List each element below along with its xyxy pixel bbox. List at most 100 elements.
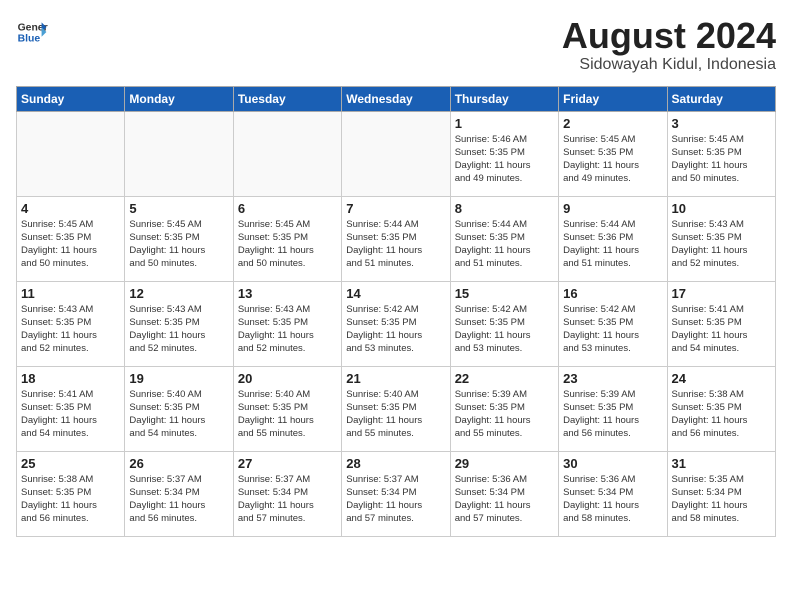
calendar-week-row: 4 Sunrise: 5:45 AM Sunset: 5:35 PM Daylig…	[17, 196, 776, 281]
day-number: 21	[346, 371, 445, 386]
calendar-cell: 11 Sunrise: 5:43 AM Sunset: 5:35 PM Dayli…	[17, 281, 125, 366]
calendar-cell: 7Sunrise: 5:44 AM Sunset: 5:35 PM Daylig…	[342, 196, 450, 281]
day-info: Sunrise: 5:45 AM Sunset: 5:35 PM Dayligh…	[672, 133, 771, 186]
calendar-cell: 29 Sunrise: 5:36 AM Sunset: 5:34 PM Dayli…	[450, 451, 558, 536]
calendar-cell: 19 Sunrise: 5:40 AM Sunset: 5:35 PM Dayli…	[125, 366, 233, 451]
calendar-cell: 1 Sunrise: 5:46 AM Sunset: 5:35 PM Daylig…	[450, 111, 558, 196]
calendar-cell	[233, 111, 341, 196]
weekday-header: Friday	[559, 86, 667, 111]
calendar-cell: 26 Sunrise: 5:37 AM Sunset: 5:34 PM Dayli…	[125, 451, 233, 536]
weekday-header: Monday	[125, 86, 233, 111]
day-info: Sunrise: 5:43 AM Sunset: 5:35 PM Dayligh…	[672, 218, 771, 271]
calendar-cell: 14 Sunrise: 5:42 AM Sunset: 5:35 PM Dayli…	[342, 281, 450, 366]
logo-icon: General Blue	[16, 16, 48, 48]
calendar-cell: 23Sunrise: 5:39 AM Sunset: 5:35 PM Dayli…	[559, 366, 667, 451]
day-info: Sunrise: 5:37 AM Sunset: 5:34 PM Dayligh…	[346, 473, 445, 526]
day-number: 8	[455, 201, 554, 216]
day-number: 12	[129, 286, 228, 301]
calendar-cell: 22 Sunrise: 5:39 AM Sunset: 5:35 PM Dayli…	[450, 366, 558, 451]
day-number: 11	[21, 286, 120, 301]
day-info: Sunrise: 5:42 AM Sunset: 5:35 PM Dayligh…	[346, 303, 445, 356]
day-info: Sunrise: 5:38 AM Sunset: 5:35 PM Dayligh…	[672, 388, 771, 441]
day-info: Sunrise: 5:42 AM Sunset: 5:35 PM Dayligh…	[563, 303, 662, 356]
calendar-cell: 4 Sunrise: 5:45 AM Sunset: 5:35 PM Daylig…	[17, 196, 125, 281]
weekday-header-row: SundayMondayTuesdayWednesdayThursdayFrid…	[17, 86, 776, 111]
calendar-cell: 6 Sunrise: 5:45 AM Sunset: 5:35 PM Daylig…	[233, 196, 341, 281]
calendar-cell: 5Sunrise: 5:45 AM Sunset: 5:35 PM Daylig…	[125, 196, 233, 281]
day-info: Sunrise: 5:36 AM Sunset: 5:34 PM Dayligh…	[563, 473, 662, 526]
day-number: 30	[563, 456, 662, 471]
weekday-header: Sunday	[17, 86, 125, 111]
day-info: Sunrise: 5:44 AM Sunset: 5:35 PM Dayligh…	[455, 218, 554, 271]
day-info: Sunrise: 5:41 AM Sunset: 5:35 PM Dayligh…	[672, 303, 771, 356]
calendar-cell: 20 Sunrise: 5:40 AM Sunset: 5:35 PM Dayli…	[233, 366, 341, 451]
svg-text:Blue: Blue	[18, 34, 41, 45]
day-info: Sunrise: 5:41 AM Sunset: 5:35 PM Dayligh…	[21, 388, 120, 441]
calendar-week-row: 25Sunrise: 5:38 AM Sunset: 5:35 PM Dayli…	[17, 451, 776, 536]
day-info: Sunrise: 5:45 AM Sunset: 5:35 PM Dayligh…	[238, 218, 337, 271]
day-number: 1	[455, 116, 554, 131]
day-info: Sunrise: 5:40 AM Sunset: 5:35 PM Dayligh…	[129, 388, 228, 441]
day-number: 7	[346, 201, 445, 216]
day-number: 28	[346, 456, 445, 471]
day-number: 25	[21, 456, 120, 471]
calendar-cell: 31Sunrise: 5:35 AM Sunset: 5:34 PM Dayli…	[667, 451, 775, 536]
weekday-header: Saturday	[667, 86, 775, 111]
day-number: 26	[129, 456, 228, 471]
day-info: Sunrise: 5:46 AM Sunset: 5:35 PM Dayligh…	[455, 133, 554, 186]
calendar-cell: 2 Sunrise: 5:45 AM Sunset: 5:35 PM Daylig…	[559, 111, 667, 196]
day-info: Sunrise: 5:45 AM Sunset: 5:35 PM Dayligh…	[21, 218, 120, 271]
calendar-week-row: 18 Sunrise: 5:41 AM Sunset: 5:35 PM Dayli…	[17, 366, 776, 451]
calendar-cell: 8 Sunrise: 5:44 AM Sunset: 5:35 PM Daylig…	[450, 196, 558, 281]
title-block: August 2024 Sidowayah Kidul, Indonesia	[562, 16, 776, 74]
day-info: Sunrise: 5:42 AM Sunset: 5:35 PM Dayligh…	[455, 303, 554, 356]
day-number: 15	[455, 286, 554, 301]
day-number: 19	[129, 371, 228, 386]
day-number: 31	[672, 456, 771, 471]
day-number: 17	[672, 286, 771, 301]
calendar-cell: 3 Sunrise: 5:45 AM Sunset: 5:35 PM Daylig…	[667, 111, 775, 196]
day-number: 4	[21, 201, 120, 216]
calendar-cell: 21Sunrise: 5:40 AM Sunset: 5:35 PM Dayli…	[342, 366, 450, 451]
day-info: Sunrise: 5:40 AM Sunset: 5:35 PM Dayligh…	[238, 388, 337, 441]
day-number: 9	[563, 201, 662, 216]
day-number: 20	[238, 371, 337, 386]
calendar-cell: 13Sunrise: 5:43 AM Sunset: 5:35 PM Dayli…	[233, 281, 341, 366]
calendar-cell: 9 Sunrise: 5:44 AM Sunset: 5:36 PM Daylig…	[559, 196, 667, 281]
day-number: 22	[455, 371, 554, 386]
day-info: Sunrise: 5:36 AM Sunset: 5:34 PM Dayligh…	[455, 473, 554, 526]
day-info: Sunrise: 5:39 AM Sunset: 5:35 PM Dayligh…	[455, 388, 554, 441]
day-info: Sunrise: 5:43 AM Sunset: 5:35 PM Dayligh…	[238, 303, 337, 356]
day-info: Sunrise: 5:45 AM Sunset: 5:35 PM Dayligh…	[129, 218, 228, 271]
weekday-header: Tuesday	[233, 86, 341, 111]
day-number: 2	[563, 116, 662, 131]
weekday-header: Wednesday	[342, 86, 450, 111]
calendar-week-row: 11 Sunrise: 5:43 AM Sunset: 5:35 PM Dayli…	[17, 281, 776, 366]
calendar-cell	[125, 111, 233, 196]
day-info: Sunrise: 5:37 AM Sunset: 5:34 PM Dayligh…	[129, 473, 228, 526]
day-info: Sunrise: 5:44 AM Sunset: 5:36 PM Dayligh…	[563, 218, 662, 271]
day-number: 3	[672, 116, 771, 131]
calendar-cell: 30 Sunrise: 5:36 AM Sunset: 5:34 PM Dayli…	[559, 451, 667, 536]
day-number: 18	[21, 371, 120, 386]
day-info: Sunrise: 5:39 AM Sunset: 5:35 PM Dayligh…	[563, 388, 662, 441]
weekday-header: Thursday	[450, 86, 558, 111]
day-info: Sunrise: 5:43 AM Sunset: 5:35 PM Dayligh…	[21, 303, 120, 356]
calendar-table: SundayMondayTuesdayWednesdayThursdayFrid…	[16, 86, 776, 537]
day-number: 14	[346, 286, 445, 301]
calendar-cell: 18 Sunrise: 5:41 AM Sunset: 5:35 PM Dayli…	[17, 366, 125, 451]
page-header: General Blue August 2024 Sidowayah Kidul…	[16, 16, 776, 74]
day-number: 6	[238, 201, 337, 216]
calendar-cell: 27Sunrise: 5:37 AM Sunset: 5:34 PM Dayli…	[233, 451, 341, 536]
calendar-cell: 28 Sunrise: 5:37 AM Sunset: 5:34 PM Dayli…	[342, 451, 450, 536]
calendar-cell	[342, 111, 450, 196]
calendar-week-row: 1 Sunrise: 5:46 AM Sunset: 5:35 PM Daylig…	[17, 111, 776, 196]
calendar-cell: 25Sunrise: 5:38 AM Sunset: 5:35 PM Dayli…	[17, 451, 125, 536]
day-info: Sunrise: 5:37 AM Sunset: 5:34 PM Dayligh…	[238, 473, 337, 526]
calendar-cell: 16Sunrise: 5:42 AM Sunset: 5:35 PM Dayli…	[559, 281, 667, 366]
day-number: 10	[672, 201, 771, 216]
day-info: Sunrise: 5:45 AM Sunset: 5:35 PM Dayligh…	[563, 133, 662, 186]
calendar-cell: 15 Sunrise: 5:42 AM Sunset: 5:35 PM Dayli…	[450, 281, 558, 366]
day-number: 29	[455, 456, 554, 471]
calendar-cell: 17 Sunrise: 5:41 AM Sunset: 5:35 PM Dayli…	[667, 281, 775, 366]
